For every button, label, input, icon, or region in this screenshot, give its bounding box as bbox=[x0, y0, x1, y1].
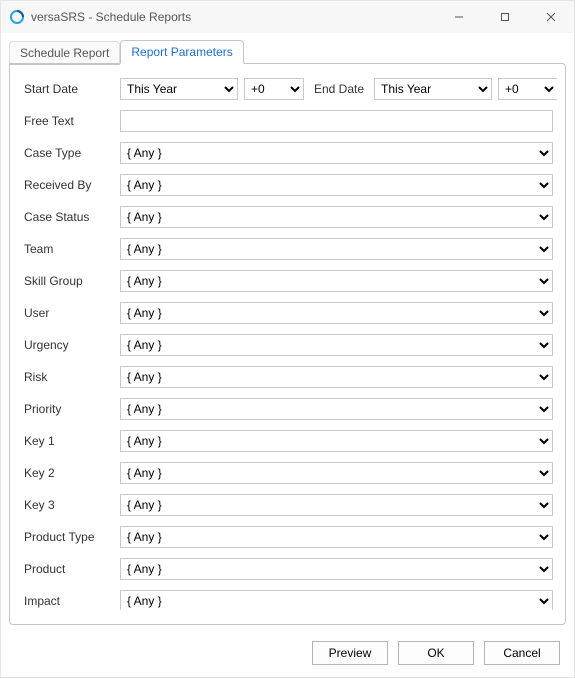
row-free-text: Free Text bbox=[24, 110, 553, 132]
row-start-end-date: Start Date This Year +0 End Date This Ye… bbox=[24, 78, 553, 100]
row-key-3: Key 3 { Any } bbox=[24, 494, 553, 516]
end-date-range-select[interactable]: This Year bbox=[374, 78, 492, 100]
row-key-1: Key 1 { Any } bbox=[24, 430, 553, 452]
cancel-button[interactable]: Cancel bbox=[484, 641, 560, 665]
product-select[interactable]: { Any } bbox=[120, 558, 553, 580]
key-1-select[interactable]: { Any } bbox=[120, 430, 553, 452]
risk-label: Risk bbox=[24, 370, 114, 384]
user-label: User bbox=[24, 306, 114, 320]
case-type-select[interactable]: { Any } bbox=[120, 142, 553, 164]
received-by-select[interactable]: { Any } bbox=[120, 174, 553, 196]
impact-label: Impact bbox=[24, 594, 114, 608]
row-impact: Impact { Any } bbox=[24, 590, 553, 610]
free-text-label: Free Text bbox=[24, 114, 114, 128]
free-text-input[interactable] bbox=[120, 110, 553, 132]
window-controls bbox=[436, 1, 574, 33]
start-date-label: Start Date bbox=[24, 82, 114, 96]
key-3-select[interactable]: { Any } bbox=[120, 494, 553, 516]
risk-select[interactable]: { Any } bbox=[120, 366, 553, 388]
row-case-status: Case Status { Any } bbox=[24, 206, 553, 228]
received-by-label: Received By bbox=[24, 178, 114, 192]
case-status-label: Case Status bbox=[24, 210, 114, 224]
preview-button[interactable]: Preview bbox=[312, 641, 388, 665]
priority-select[interactable]: { Any } bbox=[120, 398, 553, 420]
user-select[interactable]: { Any } bbox=[120, 302, 553, 324]
end-date-offset-select[interactable]: +0 bbox=[498, 78, 557, 100]
skill-group-select[interactable]: { Any } bbox=[120, 270, 553, 292]
ok-button[interactable]: OK bbox=[398, 641, 474, 665]
row-product-type: Product Type { Any } bbox=[24, 526, 553, 548]
start-date-offset-select[interactable]: +0 bbox=[244, 78, 304, 100]
row-case-type: Case Type { Any } bbox=[24, 142, 553, 164]
impact-select[interactable]: { Any } bbox=[120, 590, 553, 610]
product-type-label: Product Type bbox=[24, 530, 114, 544]
row-user: User { Any } bbox=[24, 302, 553, 324]
close-button[interactable] bbox=[528, 1, 574, 33]
product-label: Product bbox=[24, 562, 114, 576]
parameters-scroll[interactable]: Start Date This Year +0 End Date This Ye… bbox=[24, 78, 557, 610]
row-team: Team { Any } bbox=[24, 238, 553, 260]
window-title: versaSRS - Schedule Reports bbox=[31, 10, 436, 24]
key-2-select[interactable]: { Any } bbox=[120, 462, 553, 484]
row-urgency: Urgency { Any } bbox=[24, 334, 553, 356]
urgency-label: Urgency bbox=[24, 338, 114, 352]
row-priority: Priority { Any } bbox=[24, 398, 553, 420]
product-type-select[interactable]: { Any } bbox=[120, 526, 553, 548]
tab-schedule-report[interactable]: Schedule Report bbox=[9, 41, 120, 65]
team-select[interactable]: { Any } bbox=[120, 238, 553, 260]
window-root: versaSRS - Schedule Reports Schedule Rep… bbox=[0, 0, 575, 678]
case-type-label: Case Type bbox=[24, 146, 114, 160]
tab-report-parameters[interactable]: Report Parameters bbox=[120, 40, 243, 64]
row-received-by: Received By { Any } bbox=[24, 174, 553, 196]
case-status-select[interactable]: { Any } bbox=[120, 206, 553, 228]
row-skill-group: Skill Group { Any } bbox=[24, 270, 553, 292]
priority-label: Priority bbox=[24, 402, 114, 416]
key-1-label: Key 1 bbox=[24, 434, 114, 448]
dialog-footer: Preview OK Cancel bbox=[1, 633, 574, 677]
maximize-button[interactable] bbox=[482, 1, 528, 33]
minimize-button[interactable] bbox=[436, 1, 482, 33]
key-3-label: Key 3 bbox=[24, 498, 114, 512]
parameters-panel: Start Date This Year +0 End Date This Ye… bbox=[9, 63, 566, 625]
row-risk: Risk { Any } bbox=[24, 366, 553, 388]
titlebar: versaSRS - Schedule Reports bbox=[1, 1, 574, 33]
urgency-select[interactable]: { Any } bbox=[120, 334, 553, 356]
skill-group-label: Skill Group bbox=[24, 274, 114, 288]
end-date-label: End Date bbox=[310, 82, 368, 96]
tab-bar: Schedule Report Report Parameters bbox=[1, 33, 574, 63]
start-date-range-select[interactable]: This Year bbox=[120, 78, 238, 100]
app-icon bbox=[9, 9, 25, 25]
key-2-label: Key 2 bbox=[24, 466, 114, 480]
row-key-2: Key 2 { Any } bbox=[24, 462, 553, 484]
row-product: Product { Any } bbox=[24, 558, 553, 580]
team-label: Team bbox=[24, 242, 114, 256]
